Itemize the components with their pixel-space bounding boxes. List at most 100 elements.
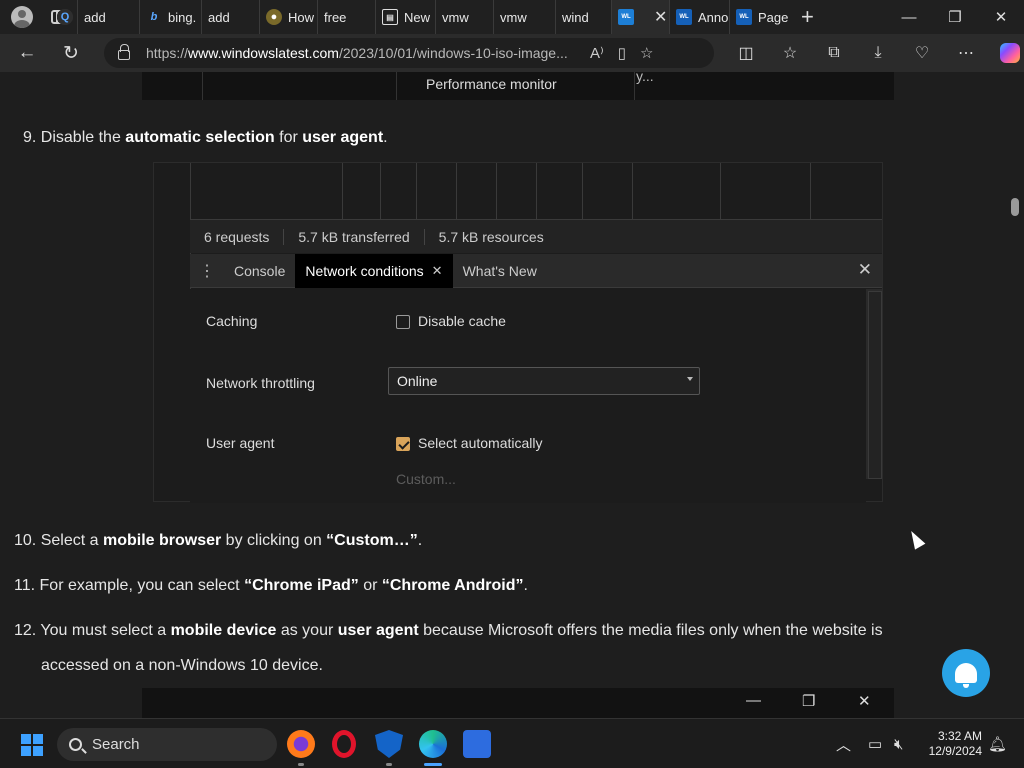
bell-icon <box>955 663 977 688</box>
previous-screenshot-image: Performance monitor y... <box>142 72 894 100</box>
restore-icon[interactable]: ❐ <box>932 0 978 34</box>
volume-muted-icon[interactable]: 🔇︎ <box>894 719 903 768</box>
back-icon[interactable]: ← <box>8 34 46 72</box>
search-icon <box>69 738 82 751</box>
user-agent-label: User agent <box>206 435 275 451</box>
tab-console[interactable]: Console <box>224 254 295 288</box>
devtools-screenshot: 6 requests 5.7 kB transferred 5.7 kB res… <box>153 162 883 503</box>
drawer-tab-bar: ⋮ Console Network conditions ✕ What's New… <box>190 253 882 288</box>
tab-whats-new[interactable]: What's New <box>453 254 547 288</box>
tab-8[interactable]: Qvmw <box>57 0 555 34</box>
chevron-down-icon <box>687 377 693 381</box>
close-window-icon[interactable]: ✕ <box>978 0 1024 34</box>
address-bar-icons: A⁾ ▯ ☆ <box>590 44 653 62</box>
network-summary: 6 requests 5.7 kB transferred 5.7 kB res… <box>190 219 882 253</box>
profile-avatar-icon[interactable] <box>11 6 33 28</box>
immersive-reader-icon[interactable]: ▯ <box>618 44 626 62</box>
web-page: Performance monitor y... 9. Disable the … <box>0 72 1007 718</box>
tab-3[interactable]: Qadd <box>57 0 259 34</box>
address-bar[interactable]: https://www.windowslatest.com/2023/10/01… <box>104 38 714 68</box>
tab-network-conditions[interactable]: Network conditions ✕ <box>295 253 453 288</box>
window-controls: — ❐ ✕ <box>886 0 1024 34</box>
caching-label: Caching <box>206 313 258 329</box>
step-12-line-2: accessed on a non-Windows 10 device. <box>41 657 323 674</box>
defender-icon[interactable] <box>375 730 403 758</box>
clock[interactable]: 3:32 AM 12/9/2024 <box>924 729 982 759</box>
disable-cache-checkbox[interactable] <box>396 315 410 329</box>
disable-cache-label: Disable cache <box>418 313 506 329</box>
transferred-size: 5.7 kB transferred <box>284 228 425 245</box>
tray-overflow-icon[interactable]: ︿ <box>836 719 851 768</box>
truncated-text: y... <box>636 72 654 84</box>
date: 12/9/2024 <box>928 744 982 758</box>
screen: Qadd bbing. Qadd ●How Qfree ▤New Qvmw Qv… <box>0 0 1024 768</box>
step-9: 9. Disable the automatic selection for u… <box>23 129 388 146</box>
requests-count: 6 requests <box>190 228 285 245</box>
firefox-icon[interactable] <box>287 730 315 758</box>
store-icon[interactable] <box>463 730 491 758</box>
more-menu-icon[interactable]: ⋯ <box>944 43 988 63</box>
notification-bell-button[interactable] <box>942 649 990 697</box>
performance-monitor-text: Performance monitor <box>426 76 557 92</box>
tab-11[interactable]: WL Anno <box>669 0 729 34</box>
panel-scrollbar[interactable] <box>866 289 882 479</box>
step-11: 11. For example, you can select “Chrome … <box>14 577 528 594</box>
notifications-icon[interactable]: 🔔︎ <box>988 719 1007 768</box>
performance-icon[interactable]: ♡ <box>900 43 944 63</box>
tab-strip: Qadd bbing. Qadd ●How Qfree ▤New Qvmw Qv… <box>0 0 1024 34</box>
downloads-icon[interactable]: ⤓ <box>856 44 900 62</box>
browser-toolbar: ← ↻ https://www.windowslatest.com/2023/1… <box>0 34 1024 72</box>
page-scrollbar[interactable] <box>1007 72 1024 718</box>
tab-4[interactable]: ● How <box>259 0 317 34</box>
network-throttling-select[interactable]: Online <box>388 367 700 395</box>
url-text[interactable]: https://www.windowslatest.com/2023/10/01… <box>146 45 576 61</box>
favorites-icon[interactable]: ☆ <box>768 43 812 63</box>
close-drawer-icon[interactable]: ✕ <box>858 260 872 280</box>
windowslatest-icon: WL <box>736 9 752 25</box>
tab-9[interactable]: Qwind <box>57 0 611 34</box>
network-waterfall <box>190 163 882 219</box>
close-tab-icon[interactable]: ✕ <box>654 7 667 27</box>
opera-icon[interactable] <box>332 730 356 758</box>
new-tab-icon[interactable]: + <box>801 4 814 30</box>
next-screenshot-image: — ❐ ✕ <box>142 688 894 718</box>
minimize-icon[interactable]: — <box>886 0 932 34</box>
time: 3:32 AM <box>937 729 982 743</box>
favorite-star-icon[interactable]: ☆ <box>640 44 653 62</box>
tab-1[interactable]: Qadd <box>57 0 139 34</box>
start-button-icon[interactable] <box>21 734 43 756</box>
network-conditions-panel: Caching Disable cache Network throttling… <box>190 289 866 503</box>
toolbar-icons: ◫ ☆ ⧉ ⤓ ♡ ⋯ <box>724 34 1024 72</box>
tab-5[interactable]: Qfree <box>57 0 375 34</box>
tab-7[interactable]: Qvmw <box>57 0 493 34</box>
throttling-label: Network throttling <box>206 375 315 391</box>
read-aloud-icon[interactable]: A⁾ <box>590 44 604 62</box>
step-12: 12. You must select a mobile device as y… <box>14 622 883 639</box>
lock-icon[interactable] <box>118 44 130 60</box>
split-screen-icon[interactable]: ◫ <box>724 43 768 63</box>
edge-icon[interactable] <box>419 730 447 758</box>
windowslatest-icon: WL <box>618 9 634 25</box>
news-icon: ▤ <box>382 9 398 25</box>
restore-icon: ❐ <box>802 693 816 710</box>
copilot-icon[interactable] <box>988 43 1024 63</box>
how-icon: ● <box>266 9 282 25</box>
tab-2[interactable]: b bing. <box>139 0 201 34</box>
custom-user-agent-select[interactable]: Custom... <box>396 471 456 487</box>
tab-active[interactable]: WL ✕ <box>611 0 669 34</box>
step-10: 10. Select a mobile browser by clicking … <box>14 532 423 549</box>
select-automatically-label: Select automatically <box>418 435 543 451</box>
display-icon[interactable]: ▭ <box>868 719 882 768</box>
scrollbar-thumb[interactable] <box>1011 198 1019 216</box>
resources-size: 5.7 kB resources <box>438 228 544 245</box>
drawer-menu-icon[interactable]: ⋮ <box>190 261 224 281</box>
taskbar-search[interactable]: Search <box>57 728 277 761</box>
tab-12[interactable]: WL Page <box>729 0 789 34</box>
tab-6[interactable]: ▤ New <box>375 0 435 34</box>
refresh-icon[interactable]: ↻ <box>52 34 90 72</box>
select-automatically-checkbox[interactable] <box>396 437 410 451</box>
close-tab-icon[interactable]: ✕ <box>432 263 443 279</box>
collections-icon[interactable]: ⧉ <box>812 44 856 62</box>
windowslatest-icon: WL <box>676 9 692 25</box>
taskbar: Search ︿ ▭ 🔇︎ 3:32 AM 12/9/2024 🔔︎ <box>0 718 1024 768</box>
